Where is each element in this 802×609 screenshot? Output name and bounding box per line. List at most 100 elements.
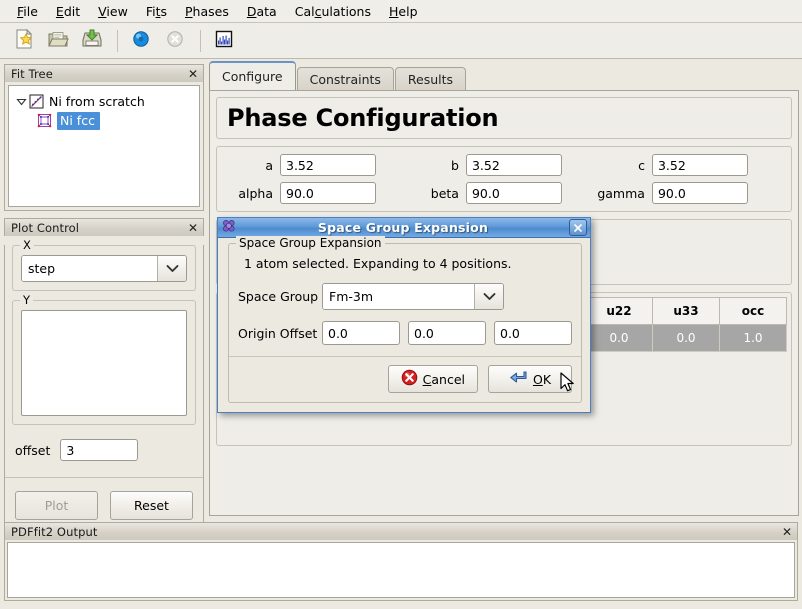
field-beta: beta 90.0 — [411, 182, 597, 204]
menu-fits[interactable]: Fits — [137, 2, 176, 21]
menu-help[interactable]: Help — [380, 2, 427, 21]
page-title: Phase Configuration — [216, 97, 792, 139]
reset-button[interactable]: Reset — [110, 491, 193, 520]
fit-tree-list[interactable]: Ni from scratch Ni fcc — [8, 85, 200, 207]
tab-strip: Configure Constraints Results — [209, 61, 467, 91]
toolbar-separator-2 — [200, 29, 201, 52]
dialog-body: Space Group Expansion 1 atom selected. E… — [218, 236, 590, 411]
input-c[interactable]: 3.52 — [651, 154, 748, 176]
cancel-button[interactable]: Cancel — [387, 365, 478, 393]
output-title: PDFfit2 Output — [11, 524, 98, 539]
field-gamma: gamma 90.0 — [597, 182, 783, 204]
space-group-value: Fm-3m — [323, 284, 474, 309]
plot-icon — [214, 29, 234, 52]
dialog-close-icon[interactable] — [569, 219, 587, 236]
output-panel: PDFfit2 Output ✕ — [4, 522, 798, 601]
dialog-group: Space Group Expansion 1 atom selected. E… — [228, 236, 582, 403]
x-select-value: step — [22, 256, 157, 281]
tab-constraints[interactable]: Constraints — [296, 67, 394, 91]
dialog-app-icon — [221, 218, 237, 237]
fit-tree-titlebar: Fit Tree ✕ — [4, 64, 204, 82]
label-gamma: gamma — [597, 185, 645, 201]
new-fit-button[interactable] — [8, 25, 40, 57]
tree-node-fit-label: Ni from scratch — [49, 94, 145, 109]
application-window: File Edit View Fits Phases Data Calculat… — [0, 0, 802, 609]
menu-file[interactable]: File — [8, 2, 47, 21]
space-group-label: Space Group — [238, 289, 319, 304]
origin-offset-label: Origin Offset — [238, 325, 318, 341]
space-group-expansion-dialog: Space Group Expansion Space Group Expans… — [217, 217, 591, 413]
dialog-buttons: Cancel OK — [238, 357, 572, 393]
save-icon — [81, 28, 103, 53]
plot-control-close-icon[interactable]: ✕ — [187, 222, 199, 234]
plot-control-buttons: Plot Reset — [5, 478, 203, 520]
chevron-down-icon[interactable] — [13, 96, 29, 107]
plot-button[interactable]: Plot — [15, 491, 98, 520]
cell-u33[interactable]: 0.0 — [652, 324, 720, 352]
col-u33[interactable]: u33 — [652, 297, 720, 325]
col-occ[interactable]: occ — [719, 297, 787, 325]
open-folder-icon — [47, 28, 69, 53]
output-titlebar: PDFfit2 Output ✕ — [4, 522, 798, 540]
fit-tree-close-icon[interactable]: ✕ — [187, 68, 199, 80]
chevron-down-icon[interactable] — [474, 284, 503, 309]
lattice-row-angles: alpha 90.0 beta 90.0 gamma 90.0 — [225, 182, 783, 204]
input-beta[interactable]: 90.0 — [465, 182, 562, 204]
tab-results[interactable]: Results — [394, 67, 467, 91]
y-list[interactable] — [21, 310, 187, 416]
toolbar-separator-1 — [117, 29, 118, 52]
plot-button[interactable] — [208, 25, 240, 57]
space-group-select[interactable]: Fm-3m — [322, 283, 504, 310]
open-button[interactable] — [42, 25, 74, 57]
x-group: X step — [12, 238, 196, 291]
menu-view[interactable]: View — [89, 2, 137, 21]
stop-button[interactable] — [159, 25, 191, 57]
col-u22[interactable]: u22 — [585, 297, 653, 325]
menu-data[interactable]: Data — [238, 2, 286, 21]
tree-node-fit[interactable]: Ni from scratch — [13, 92, 195, 111]
dialog-titlebar[interactable]: Space Group Expansion — [218, 218, 590, 238]
origin-offset-z-input[interactable]: 0.0 — [494, 321, 572, 345]
fit-tree-panel: Fit Tree ✕ Ni from scratch Ni fcc — [4, 64, 204, 211]
y-group-label: Y — [20, 293, 34, 307]
dialog-group-label: Space Group Expansion — [236, 236, 385, 250]
label-b: b — [451, 157, 459, 173]
offset-row: offset 3 — [15, 439, 203, 461]
enter-arrow-icon — [509, 370, 528, 389]
menu-bar: File Edit View Fits Phases Data Calculat… — [0, 0, 802, 23]
menu-phases[interactable]: Phases — [176, 2, 238, 21]
chevron-down-icon[interactable] — [157, 256, 186, 281]
origin-offset-y-input[interactable]: 0.0 — [408, 321, 486, 345]
input-alpha[interactable]: 90.0 — [280, 182, 376, 204]
input-gamma[interactable]: 90.0 — [651, 182, 748, 204]
field-alpha: alpha 90.0 — [225, 182, 411, 204]
fit-tree-title: Fit Tree — [11, 66, 53, 81]
cancel-icon — [401, 369, 418, 389]
phase-icon — [37, 113, 52, 128]
tree-node-phase[interactable]: Ni fcc — [13, 111, 195, 130]
input-a[interactable]: 3.52 — [280, 154, 376, 176]
run-button[interactable] — [125, 25, 157, 57]
x-select[interactable]: step — [21, 255, 187, 282]
offset-input[interactable]: 3 — [60, 439, 139, 461]
ok-button[interactable]: OK — [488, 365, 572, 393]
dialog-message: 1 atom selected. Expanding to 4 position… — [244, 256, 512, 271]
origin-offset-x-input[interactable]: 0.0 — [322, 321, 400, 345]
field-a: a 3.52 — [225, 154, 411, 176]
tab-configure[interactable]: Configure — [209, 61, 296, 91]
x-group-label: X — [20, 238, 34, 252]
label-a: a — [265, 157, 273, 173]
label-alpha: alpha — [238, 185, 273, 201]
cell-occ[interactable]: 1.0 — [719, 324, 787, 352]
input-b[interactable]: 3.52 — [465, 154, 562, 176]
menu-calculations[interactable]: Calculations — [286, 2, 380, 21]
save-button[interactable] — [76, 25, 108, 57]
offset-label: offset — [15, 442, 51, 458]
cell-u22[interactable]: 0.0 — [585, 324, 653, 352]
lattice-row-abc: a 3.52 b 3.52 c 3.52 — [225, 154, 783, 176]
field-b: b 3.52 — [411, 154, 597, 176]
output-close-icon[interactable]: ✕ — [781, 526, 793, 538]
output-text[interactable] — [7, 542, 795, 598]
menu-edit[interactable]: Edit — [47, 2, 89, 21]
plot-control-panel: Plot Control ✕ X step Y offset 3 Plot Re… — [4, 218, 204, 526]
